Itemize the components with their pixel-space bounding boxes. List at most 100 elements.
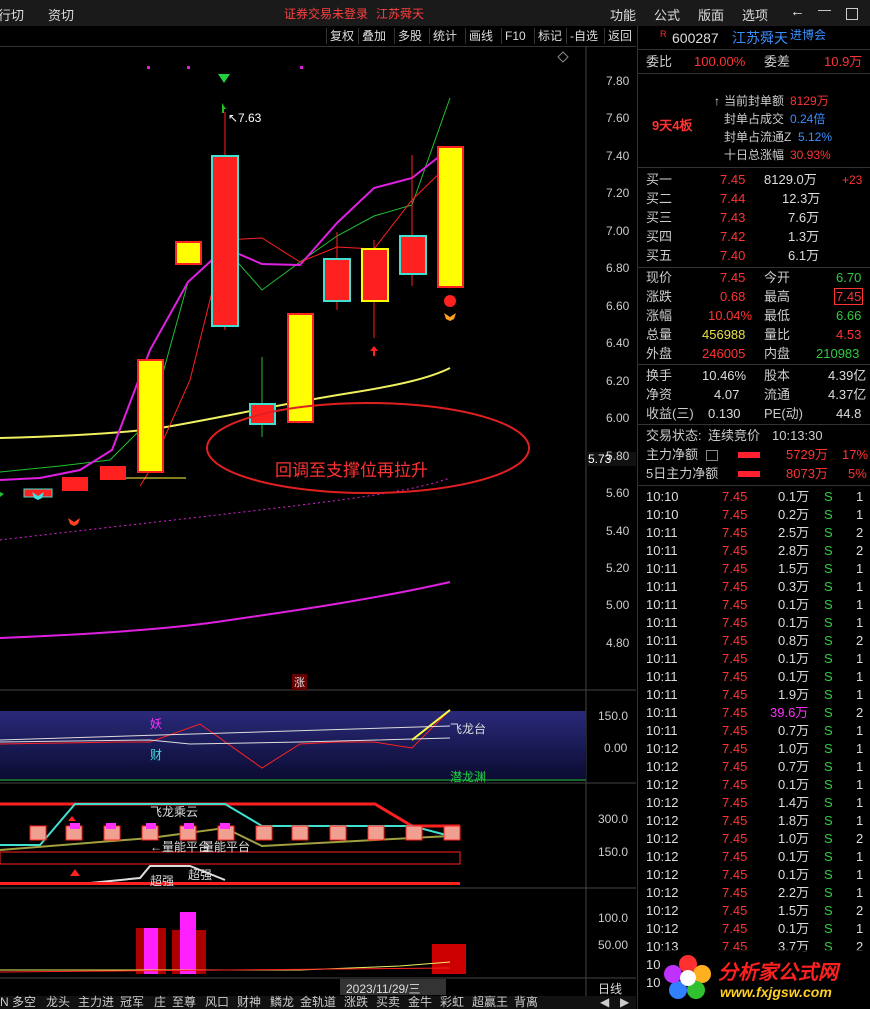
window-stock-name: 江苏舜天 <box>376 7 425 21</box>
stat-value: 0.68 <box>720 289 746 304</box>
menu-item-function[interactable]: 功能 <box>610 5 636 24</box>
kline-chart[interactable] <box>0 46 636 996</box>
stat-label: 流通 <box>764 387 791 402</box>
tick-volume: 0.1万 <box>778 921 810 936</box>
tick-row: 10:12 7.45 1.0万 S 2 <box>638 830 870 848</box>
tick-row: 10:12 7.45 0.1万 S 1 <box>638 776 870 794</box>
tab-indicator[interactable]: 背离 <box>514 996 538 1009</box>
tick-volume: 2.2万 <box>778 885 810 900</box>
stat-label: 量比 <box>764 327 791 342</box>
tab-indicator[interactable]: 涨跌 <box>344 996 368 1009</box>
tab-indicator[interactable]: 龙头 <box>46 996 70 1009</box>
stat-value: 6.66 <box>836 308 862 323</box>
back-arrow-icon[interactable]: ← <box>790 3 805 20</box>
menu-item-options[interactable]: 选项 <box>742 5 768 24</box>
tab-indicator[interactable]: 冠军 <box>120 996 144 1009</box>
shiri-label: 十日总涨幅 <box>724 148 785 162</box>
menu-item-layout[interactable]: 版面 <box>698 5 724 24</box>
sub3-axis-label: 100.0 <box>598 911 629 925</box>
tick-side: S <box>824 633 833 648</box>
concept-tag[interactable]: 进博会 <box>790 26 826 44</box>
tick-row: 10:11 7.45 2.8万 S 2 <box>638 542 870 560</box>
tab-indicator[interactable]: 多空 <box>12 996 36 1009</box>
stock-name[interactable]: 江苏舜天 <box>732 29 788 47</box>
tab-indicator[interactable]: 至尊 <box>172 996 196 1009</box>
tick-time: 10:11 <box>646 705 678 720</box>
main5-value: 8073万 <box>786 466 828 481</box>
stat-value: 4.53 <box>836 327 862 342</box>
tick-volume: 1.0万 <box>778 741 810 756</box>
tab-indicator[interactable]: 风口 <box>205 996 229 1009</box>
fuquan-button[interactable]: 复权 <box>326 28 357 44</box>
main-net-pct: 17% <box>842 447 869 462</box>
price-axis-label: 7.00 <box>606 224 630 238</box>
maximize-icon[interactable] <box>846 8 858 20</box>
tab-indicator[interactable]: 超赢王 <box>472 996 508 1009</box>
tab-indicator[interactable]: 金牛 <box>408 996 432 1009</box>
tick-time: 10:11 <box>646 561 678 576</box>
tab-indicator[interactable]: 庄 <box>154 996 166 1009</box>
tick-price: 7.45 <box>722 543 748 558</box>
mark-button[interactable]: 标记 <box>534 28 565 44</box>
return-button[interactable]: 返回 <box>604 28 635 44</box>
tick-row: 10:12 7.45 1.5万 S 2 <box>638 902 870 920</box>
bid-volume: 1.3万 <box>788 229 820 244</box>
note-icon[interactable] <box>706 450 718 461</box>
tab-indicator[interactable]: 鳞龙 <box>270 996 294 1009</box>
tab-indicator[interactable]: N <box>0 996 9 1009</box>
tick-price: 7.45 <box>722 849 748 864</box>
stat-label: 涨跌 <box>646 289 673 304</box>
tick-row: 10:11 7.45 0.1万 S 1 <box>638 614 870 632</box>
tick-time: 10:12 <box>646 867 679 882</box>
bid-label: 买五 <box>646 248 673 263</box>
menu-item-ziqie[interactable]: 资切 <box>48 5 74 24</box>
menu-item-formula[interactable]: 公式 <box>654 5 680 24</box>
tab-indicator[interactable]: 主力进 <box>78 996 114 1009</box>
tick-count: 1 <box>856 867 864 882</box>
bid-price: 7.45 <box>720 172 746 187</box>
bid-volume: 6.1万 <box>788 248 820 263</box>
tab-indicator[interactable]: 彩虹 <box>440 996 464 1009</box>
price-axis-label: 5.00 <box>606 598 630 612</box>
tab-indicator[interactable]: 金轨道 <box>300 996 336 1009</box>
stat-label: 股本 <box>764 368 791 383</box>
main-net-bar <box>738 452 760 458</box>
sub1-axis-label: 0.00 <box>604 741 628 755</box>
login-status[interactable]: 证券交易未登录 <box>284 5 368 22</box>
tick-volume: 1.4万 <box>778 795 810 810</box>
tab-indicator[interactable]: 财神 <box>237 996 261 1009</box>
tick-volume: 1.8万 <box>778 813 810 828</box>
diamond-icon <box>557 51 569 63</box>
bid-price: 7.42 <box>720 229 746 244</box>
r-badge: R <box>660 29 667 39</box>
overlay-button[interactable]: 叠加 <box>358 28 389 44</box>
f10-button[interactable]: F10 <box>501 28 529 44</box>
tick-price: 7.45 <box>722 903 748 918</box>
stats-button[interactable]: 统计 <box>429 28 460 44</box>
watchlist-button[interactable]: -自选 <box>566 28 601 44</box>
tick-side: S <box>824 579 833 594</box>
minimize-icon[interactable]: — <box>818 2 831 17</box>
stat-row: 涨幅 10.04% 最低 6.66 <box>638 307 870 325</box>
tick-time: 10:12 <box>646 759 679 774</box>
tick-count: 1 <box>856 921 864 936</box>
multi-stock-button[interactable]: 多股 <box>394 28 425 44</box>
tick-time: 10:11 <box>646 525 678 540</box>
tab-indicator[interactable]: 买卖 <box>376 996 400 1009</box>
stat-value: 4.39亿 <box>828 368 867 383</box>
shiri-row: 十日总涨幅 30.93% <box>638 146 870 164</box>
bid-row: 买一 7.45 8129.0万 +23 <box>638 171 870 189</box>
fengdan-row: ↑ 当前封单额 8129万 <box>638 92 870 110</box>
bid-volume: 7.6万 <box>788 210 820 225</box>
bid-row: 买三 7.43 7.6万 <box>638 209 870 227</box>
tick-volume: 0.1万 <box>778 651 810 666</box>
tick-time: 10:10 <box>646 489 679 504</box>
menu-item-hangqie[interactable]: 行切 <box>0 5 24 24</box>
stat-label: 最高 <box>764 289 791 304</box>
tab-scroll-left-icon[interactable]: ◀ <box>600 996 609 1009</box>
draw-line-button[interactable]: 画线 <box>465 28 496 44</box>
price-axis-label: 7.20 <box>606 186 630 200</box>
feilongtai-label: 飞龙台 <box>450 722 487 736</box>
indicator-tabs: N 多空 龙头 主力进 冠军 庄 至尊 风口 财神 鳞龙 金轨道 涨跌 买卖 金… <box>0 996 636 1009</box>
tab-scroll-right-icon[interactable]: ▶ <box>620 996 629 1009</box>
